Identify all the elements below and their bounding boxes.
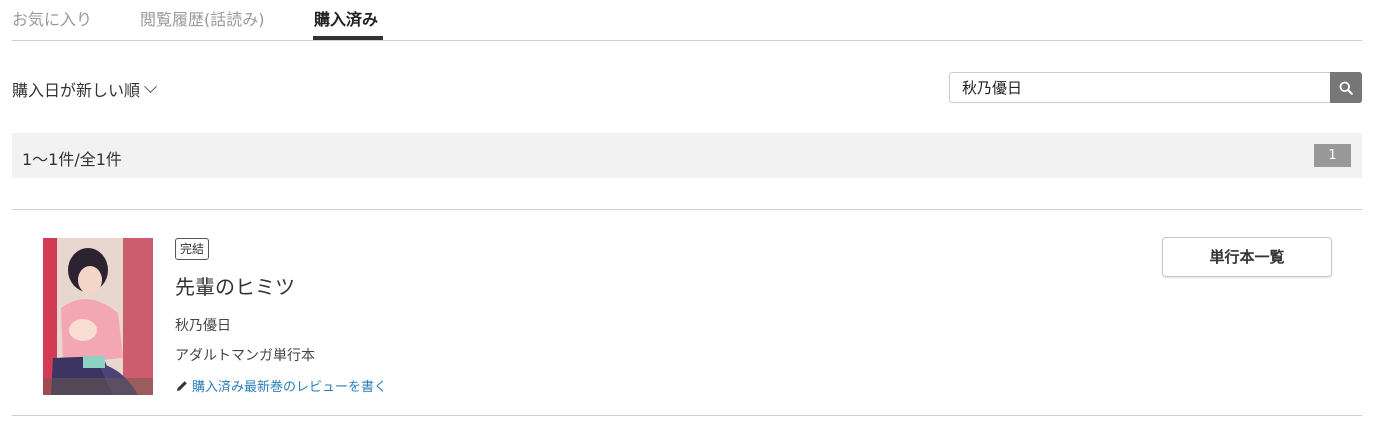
book-author[interactable]: 秋乃優日 [175, 315, 231, 335]
book-cover[interactable] [43, 238, 153, 395]
tab-history[interactable]: 閲覧履歴(話読み) [140, 6, 265, 30]
search-button[interactable] [1330, 72, 1362, 103]
page-number-button[interactable]: 1 [1314, 144, 1351, 167]
book-title[interactable]: 先輩のヒミツ [175, 271, 295, 300]
volume-list-button[interactable]: 単行本一覧 [1162, 237, 1332, 277]
search-icon [1339, 81, 1353, 95]
tab-favorites[interactable]: お気に入り [12, 6, 92, 30]
write-review-link[interactable]: 購入済み最新巻のレビューを書く [176, 376, 387, 395]
sort-dropdown[interactable]: 購入日が新しい順 [12, 77, 157, 101]
chevron-down-icon [144, 79, 157, 93]
book-category[interactable]: アダルトマンガ単行本 [175, 345, 315, 365]
tab-purchased[interactable]: 購入済み [314, 6, 378, 30]
divider [12, 209, 1362, 210]
result-count: 1〜1件/全1件 [22, 150, 122, 169]
completed-badge: 完結 [175, 238, 210, 260]
search-input[interactable] [950, 73, 1330, 102]
sort-label: 購入日が新しい順 [12, 81, 141, 100]
active-tab-indicator [313, 36, 383, 40]
search-box [949, 72, 1362, 103]
tab-bar: お気に入り 閲覧履歴(話読み) 購入済み [12, 0, 1362, 41]
result-count-bar: 1〜1件/全1件 1 [12, 133, 1362, 178]
write-review-label: 購入済み最新巻のレビューを書く [192, 380, 388, 395]
divider [12, 415, 1362, 416]
pencil-icon [177, 380, 187, 391]
